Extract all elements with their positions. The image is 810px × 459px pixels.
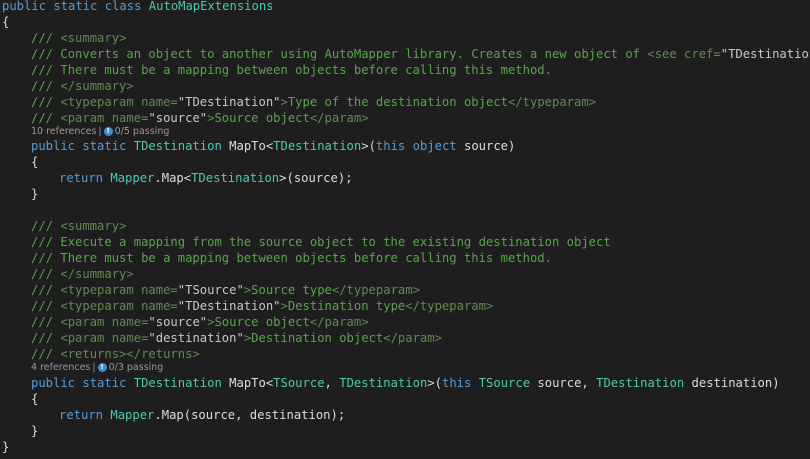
doc-comment-line[interactable]: /// <param name="destination">Destinatio… bbox=[31, 330, 442, 346]
doc-comment-line[interactable]: /// </summary> bbox=[31, 78, 134, 94]
method-body-line[interactable]: return Mapper.Map<TDestination>(source); bbox=[59, 170, 353, 186]
class-brace-open: { bbox=[2, 15, 10, 29]
doc-comment-line[interactable]: /// <typeparam name="TSource">Source typ… bbox=[31, 282, 420, 298]
test-flask-icon: ! bbox=[103, 127, 113, 136]
doc-comment-line[interactable]: /// There must be a mapping between obje… bbox=[31, 62, 552, 78]
doc-comment-line[interactable]: /// <summary> bbox=[31, 30, 126, 46]
tests-passing-link[interactable]: 0/5 passing bbox=[115, 126, 170, 137]
doc-comment-line[interactable]: /// Converts an object to another using … bbox=[31, 46, 810, 62]
references-link[interactable]: 10 references bbox=[31, 126, 96, 137]
method-body-line[interactable]: return Mapper.Map(source, destination); bbox=[59, 407, 345, 423]
class-modifiers: public static class bbox=[2, 0, 142, 13]
references-link[interactable]: 4 references bbox=[31, 362, 90, 373]
class-name[interactable]: AutoMapExtensions bbox=[149, 0, 274, 13]
method-signature[interactable]: public static TDestination MapTo<TSource… bbox=[31, 375, 780, 391]
doc-comment-line[interactable]: /// <param name="source">Source object</… bbox=[31, 110, 369, 126]
test-flask-icon: ! bbox=[97, 363, 107, 372]
method-brace-close: } bbox=[31, 424, 39, 438]
class-brace-close: } bbox=[2, 440, 10, 454]
doc-comment-line[interactable]: /// </summary> bbox=[31, 266, 134, 282]
class-declaration[interactable]: public static class AutoMapExtensions bbox=[2, 0, 274, 14]
doc-comment-line[interactable]: /// There must be a mapping between obje… bbox=[31, 250, 552, 266]
method-brace-open: { bbox=[31, 155, 39, 169]
doc-comment-line[interactable]: /// <typeparam name="TDestination">Desti… bbox=[31, 298, 493, 314]
doc-comment-line[interactable]: /// <returns></returns> bbox=[31, 346, 200, 362]
codelens: 4 references |! 0/3 passing bbox=[31, 362, 164, 373]
tests-passing-link[interactable]: 0/3 passing bbox=[109, 362, 164, 373]
method-brace-close: } bbox=[31, 187, 39, 201]
codelens: 10 references |! 0/5 passing bbox=[31, 126, 170, 137]
method-signature[interactable]: public static TDestination MapTo<TDestin… bbox=[31, 138, 515, 154]
method-brace-open: { bbox=[31, 392, 39, 406]
doc-comment-line[interactable]: /// <param name="source">Source object</… bbox=[31, 314, 369, 330]
doc-comment-line[interactable]: /// <typeparam name="TDestination">Type … bbox=[31, 94, 596, 110]
doc-comment-line[interactable]: /// Execute a mapping from the source ob… bbox=[31, 234, 611, 250]
code-editor[interactable]: public static class AutoMapExtensions { … bbox=[0, 0, 810, 459]
doc-comment-line[interactable]: /// <summary> bbox=[31, 218, 126, 234]
